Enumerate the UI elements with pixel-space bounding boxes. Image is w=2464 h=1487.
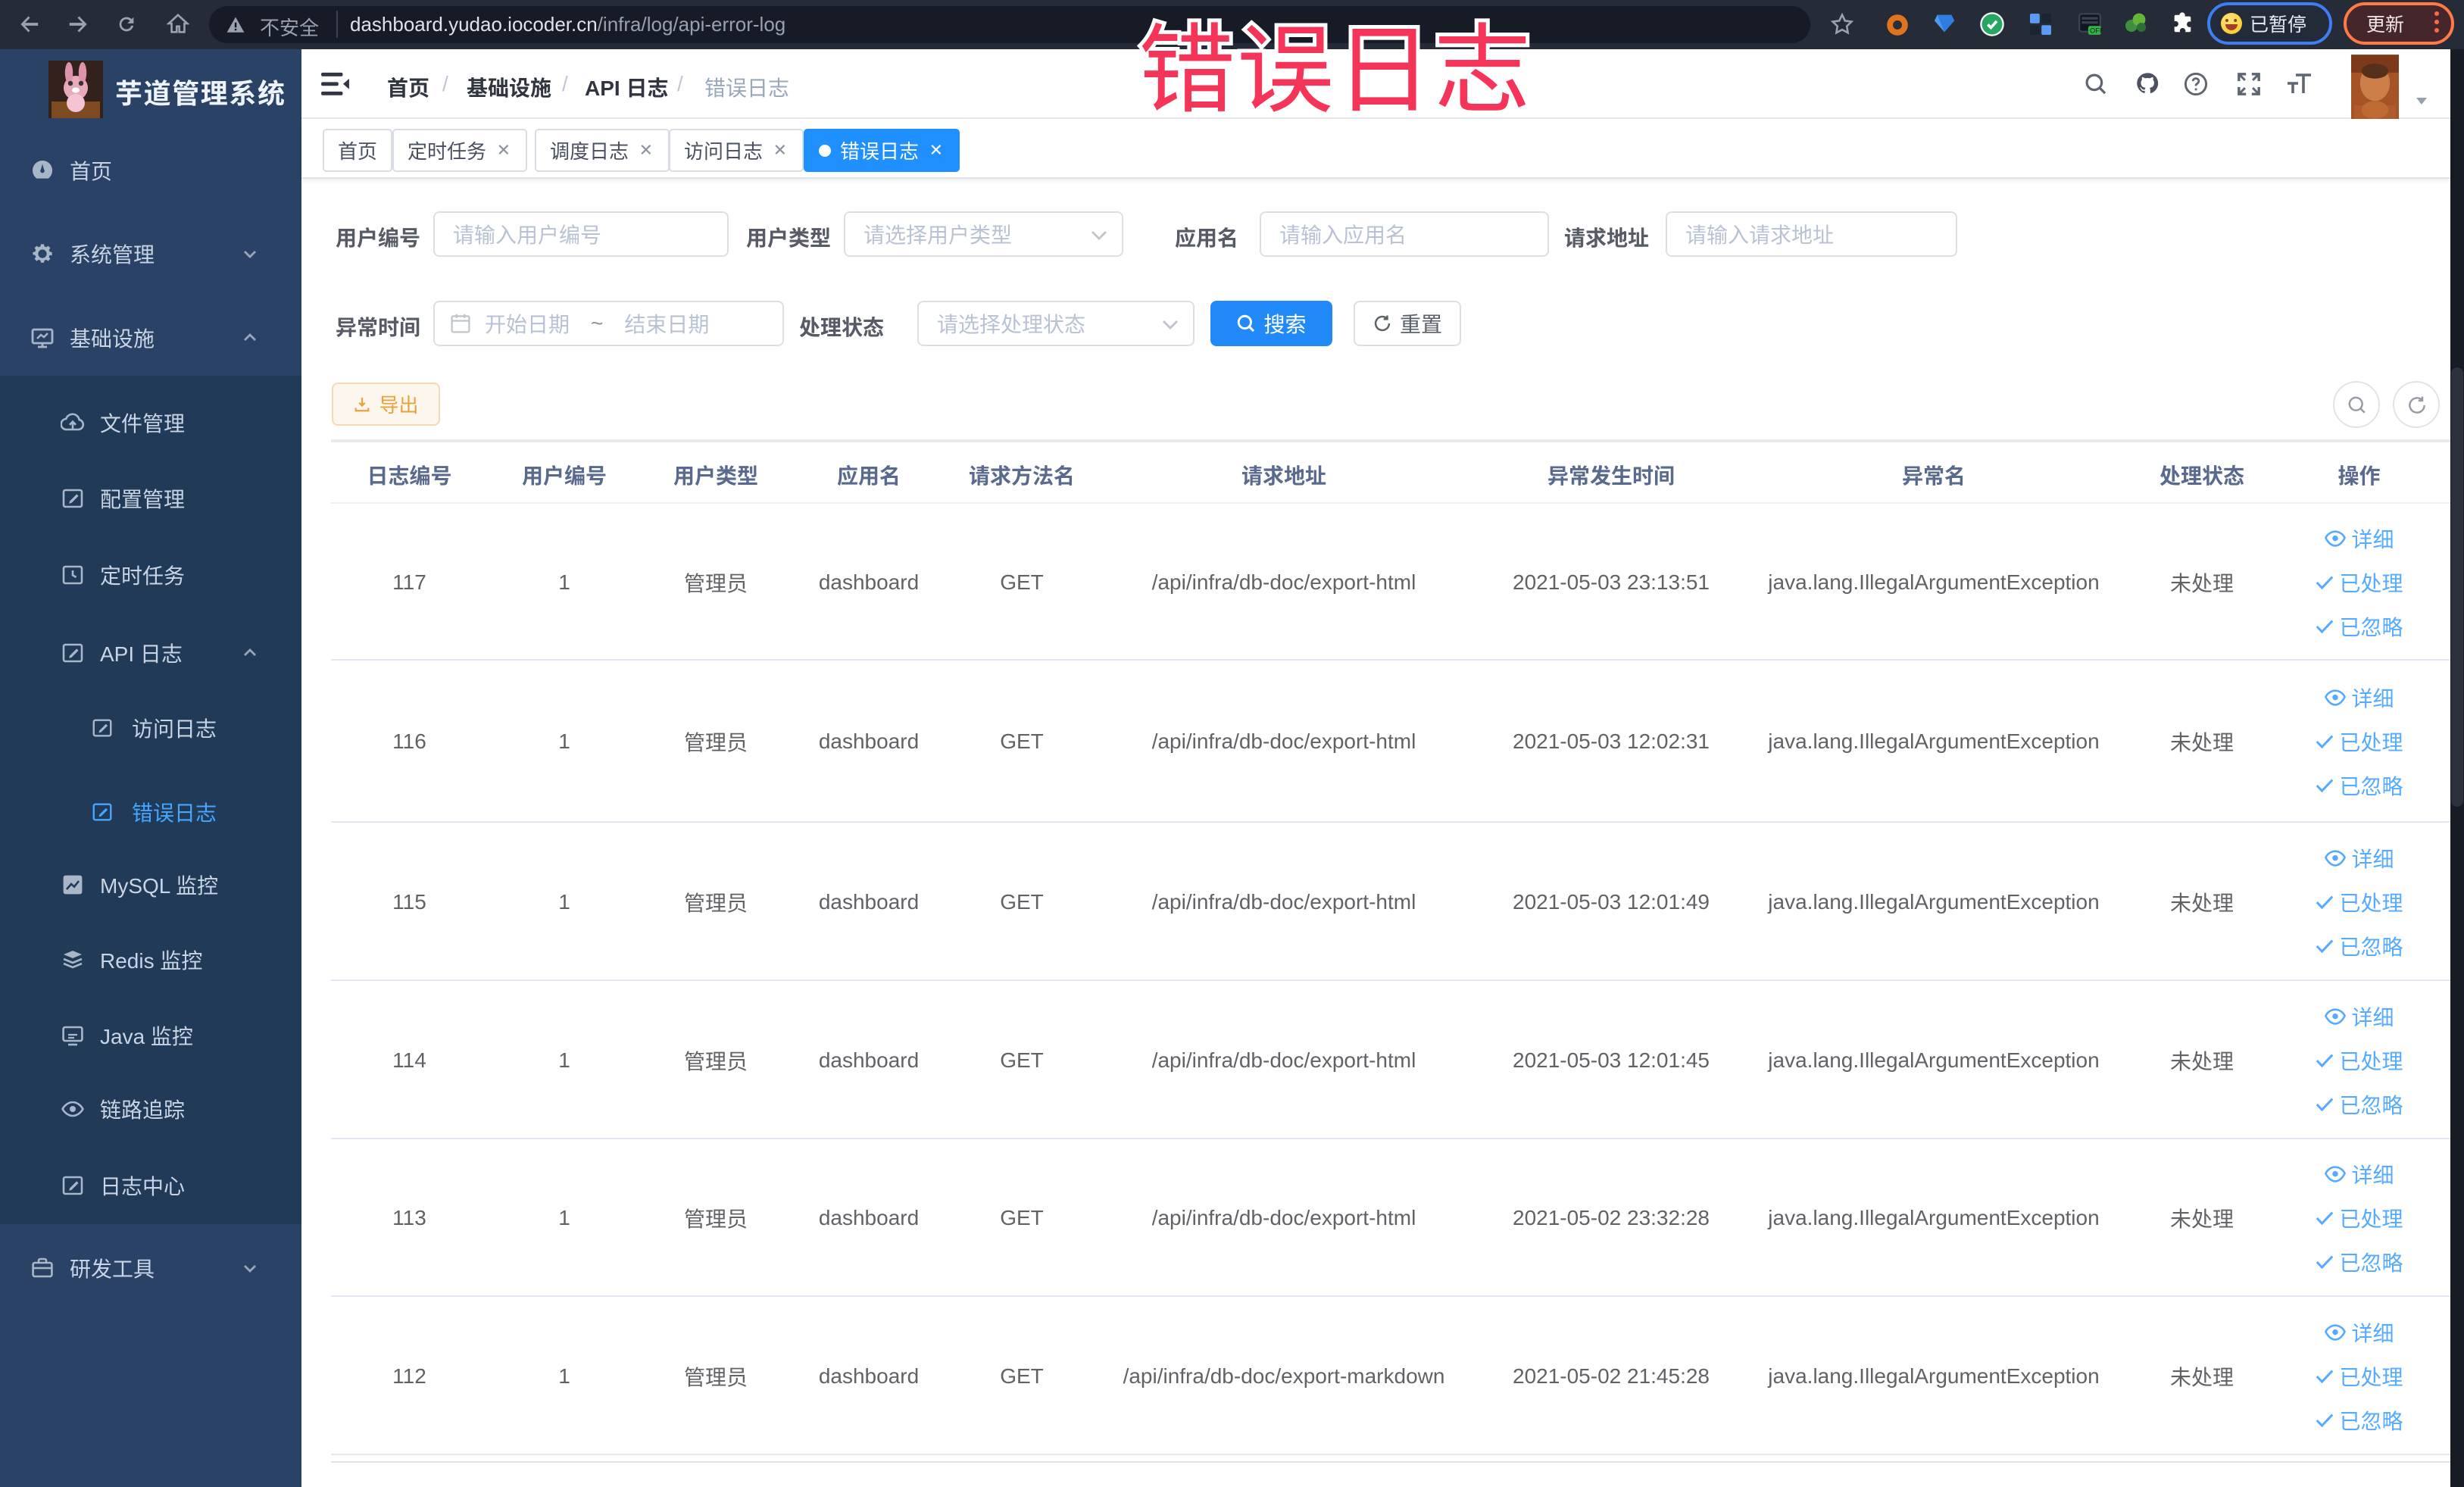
svg-text:OFF: OFF xyxy=(2090,27,2103,34)
